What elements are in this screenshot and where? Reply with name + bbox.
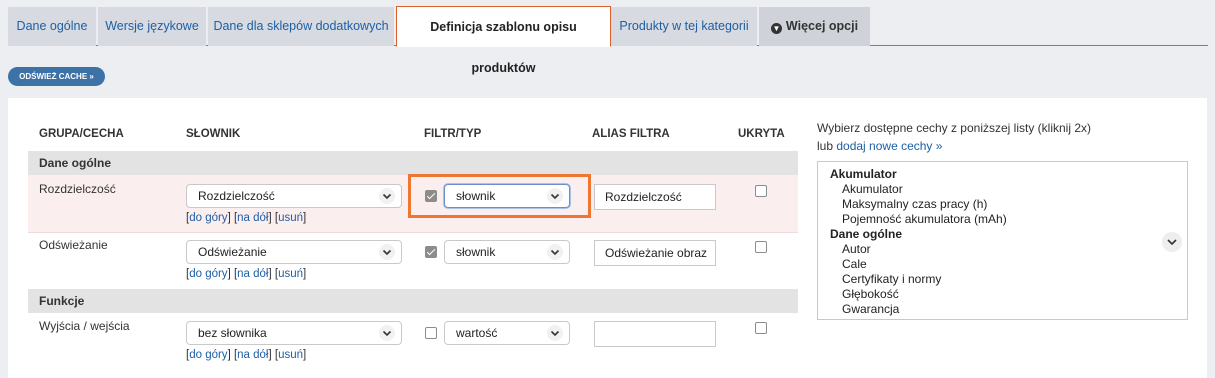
tab-bar: Dane ogólne Wersje językowe Dane dla skl… <box>8 6 1208 75</box>
feature-name: Rozdzielczość <box>39 182 116 196</box>
alias-input[interactable]: Odświeżanie obraz <box>594 240 716 266</box>
filter-checkbox[interactable] <box>425 327 437 339</box>
tab-produkty-w-kategorii[interactable]: Produkty w tej kategorii <box>611 7 757 46</box>
tab-label: Produkty w tej kategorii <box>619 19 749 33</box>
tab-label: Definicja szablonu opisu produktów <box>430 20 577 75</box>
tab-label: Więcej opcji <box>785 19 859 33</box>
move-up-link[interactable]: do góry <box>189 212 227 224</box>
list-option[interactable]: Cale <box>830 257 1187 272</box>
group-row: Dane ogólne <box>28 151 798 175</box>
tab-wersje-jezykowe[interactable]: Wersje językowe <box>98 7 206 46</box>
list-option[interactable]: Akumulator <box>830 182 1187 197</box>
list-option[interactable]: Głębokość <box>830 287 1187 302</box>
list-group: Dane ogólne <box>830 227 903 241</box>
tab-dane-ogolne[interactable]: Dane ogólne <box>8 7 96 46</box>
tab-dane-dla-sklepow[interactable]: Dane dla sklepów dodatkowych <box>208 7 394 46</box>
list-option[interactable]: Certyfikaty i normy <box>830 272 1187 287</box>
hidden-checkbox[interactable] <box>755 185 767 197</box>
chevron-down-icon <box>379 244 395 260</box>
header-filter: FILTR/TYP <box>424 128 482 140</box>
circle-arrow-down-icon: ▼ <box>770 23 782 34</box>
alias-input[interactable] <box>594 321 716 347</box>
header-hidden: UKRYTA <box>738 128 785 140</box>
add-features-link[interactable]: dodaj nowe cechy » <box>836 139 942 153</box>
list-group: Akumulator <box>830 167 897 181</box>
feature-name: Odświeżanie <box>39 238 108 252</box>
move-down-link[interactable]: na dół <box>237 349 268 361</box>
alias-input[interactable]: Rozdzielczość <box>594 184 716 210</box>
header-alias: ALIAS FILTRA <box>592 128 670 140</box>
chevron-down-icon <box>547 244 563 260</box>
select-value: bez słownika <box>198 326 267 340</box>
row-actions: [do góry] [na dół] [usuń] <box>186 268 307 280</box>
list-option[interactable]: Pojemność akumulatora (mAh) <box>830 212 1187 227</box>
chevron-down-icon[interactable] <box>1162 232 1182 252</box>
instruction-prefix: lub <box>817 138 834 153</box>
move-up-link[interactable]: do góry <box>189 349 227 361</box>
refresh-cache-button[interactable]: ODŚWIEŻ CACHE » <box>8 67 105 86</box>
header-dictionary: SŁOWNIK <box>186 128 241 140</box>
hidden-checkbox[interactable] <box>755 241 767 253</box>
select-value: słownik <box>456 245 496 259</box>
select-value: wartość <box>456 326 498 340</box>
tab-label: Dane dla sklepów dodatkowych <box>213 19 389 33</box>
chevron-down-icon <box>547 325 563 341</box>
list-option[interactable]: Gwarancja <box>830 302 1187 317</box>
group-row: Funkcje <box>28 289 798 313</box>
header-group: GRUPA/CECHA <box>39 128 124 140</box>
feature-picker-instructions: Wybierz dostępne cechy z poniższej listy… <box>817 120 1091 155</box>
dictionary-select[interactable]: bez słownika <box>186 321 402 345</box>
select-value: Odświeżanie <box>198 245 267 259</box>
dictionary-select[interactable]: Rozdzielczość <box>186 184 402 208</box>
type-select[interactable]: wartość <box>444 321 570 345</box>
list-option[interactable]: Autor <box>830 242 1187 257</box>
delete-link[interactable]: usuń <box>278 212 303 224</box>
delete-link[interactable]: usuń <box>278 349 303 361</box>
move-down-link[interactable]: na dół <box>237 212 268 224</box>
feature-listbox[interactable]: Akumulator Akumulator Maksymalny czas pr… <box>817 161 1188 320</box>
type-select[interactable]: słownik <box>444 240 570 264</box>
dictionary-select[interactable]: Odświeżanie <box>186 240 402 264</box>
filter-checkbox[interactable] <box>425 246 437 258</box>
move-up-link[interactable]: do góry <box>189 268 227 280</box>
chevron-down-icon <box>379 325 395 341</box>
hidden-checkbox[interactable] <box>755 322 767 334</box>
select-value: Rozdzielczość <box>198 189 275 203</box>
tab-label: Wersje językowe <box>105 19 199 33</box>
row-actions: [do góry] [na dół] [usuń] <box>186 212 307 224</box>
tab-wiecej-opcji[interactable]: ▼ Więcej opcji <box>759 7 870 46</box>
chevron-down-icon <box>379 188 395 204</box>
highlight-box <box>408 174 591 218</box>
row-actions: [do góry] [na dół] [usuń] <box>186 349 307 361</box>
instruction-text: Wybierz dostępne cechy z poniższej listy… <box>817 121 1091 135</box>
feature-name: Wyjścia / wejścia <box>39 319 130 333</box>
list-option[interactable]: Maksymalny czas pracy (h) <box>830 197 1187 212</box>
move-down-link[interactable]: na dół <box>237 268 268 280</box>
tab-label: Dane ogólne <box>16 19 88 33</box>
tab-definicja-szablonu[interactable]: Definicja szablonu opisu produktów <box>396 6 611 75</box>
delete-link[interactable]: usuń <box>278 268 303 280</box>
